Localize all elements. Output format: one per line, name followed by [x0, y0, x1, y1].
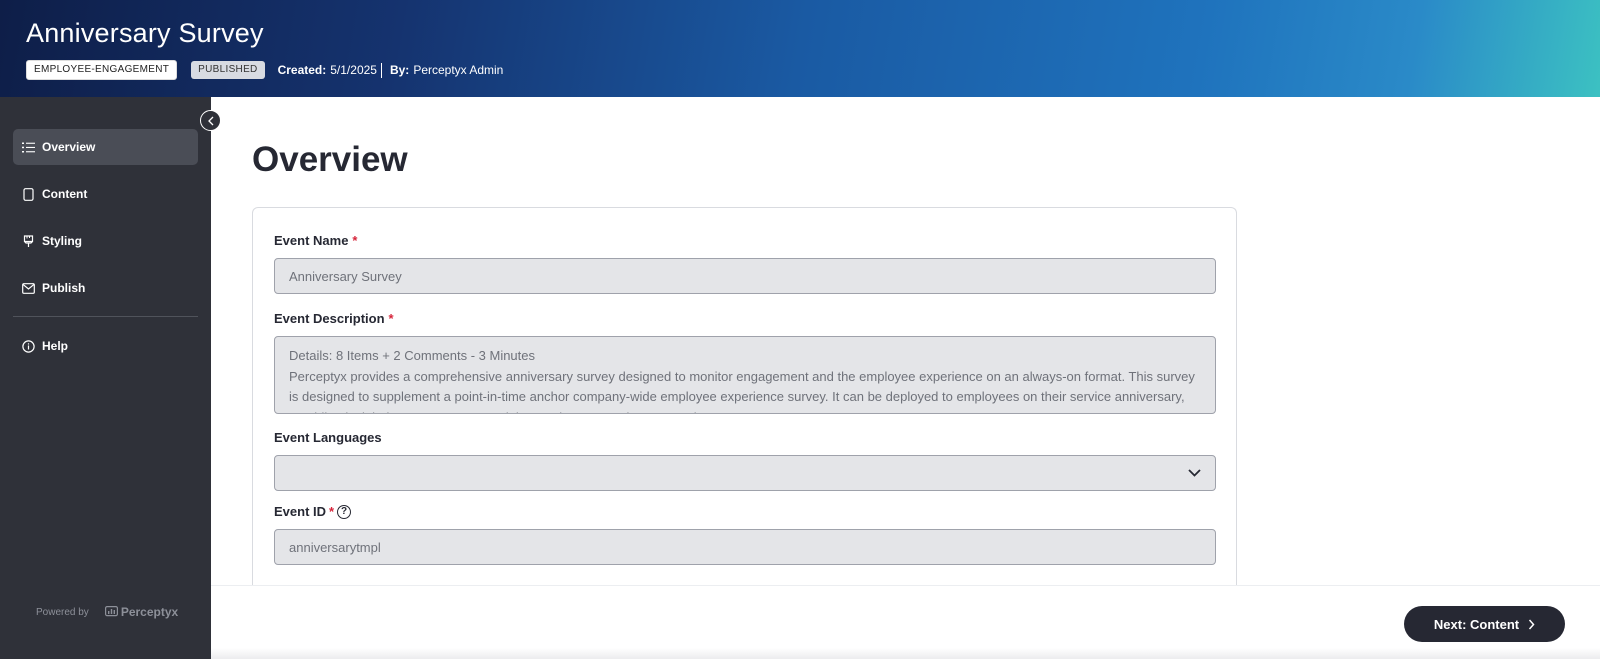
overview-form-card: Event Name * Anniversary Survey Event De…	[252, 207, 1237, 587]
event-languages-label: Event Languages	[274, 430, 382, 445]
info-icon	[21, 339, 35, 353]
author-value: Perceptyx Admin	[413, 63, 504, 77]
sidebar: Overview Content Styling Publish Help Po…	[0, 97, 211, 659]
header-meta: EMPLOYEE-ENGAGEMENT PUBLISHED Created: 5…	[26, 60, 503, 80]
event-id-label-text: Event ID	[274, 504, 327, 519]
next-button-label: Next: Content	[1433, 616, 1520, 632]
sidebar-item-content[interactable]: Content	[13, 176, 198, 212]
chevron-down-icon	[1188, 469, 1201, 477]
status-badge: PUBLISHED	[191, 61, 265, 79]
powered-by: Powered by Perceptyx	[36, 605, 178, 619]
sidebar-divider	[13, 316, 198, 317]
envelope-icon	[21, 281, 35, 295]
event-description-label: Event Description *	[274, 311, 394, 326]
section-title: Overview	[252, 140, 408, 179]
sidebar-item-help[interactable]: Help	[13, 328, 198, 364]
created-value: 5/1/2025	[330, 63, 377, 77]
chevron-right-icon	[1529, 619, 1535, 629]
event-description-textarea[interactable]: Details: 8 Items + 2 Comments - 3 Minute…	[274, 336, 1216, 414]
event-description-label-text: Event Description	[274, 311, 385, 326]
brand-logo-icon	[104, 606, 118, 617]
sidebar-item-overview[interactable]: Overview	[13, 129, 198, 165]
page-title: Anniversary Survey	[26, 18, 264, 48]
sidebar-item-label: Help	[42, 339, 69, 353]
question-mark-icon[interactable]: ?	[337, 504, 352, 519]
required-marker: *	[388, 311, 394, 326]
category-badge: EMPLOYEE-ENGAGEMENT	[26, 60, 178, 80]
event-id-label: Event ID * ?	[274, 504, 352, 519]
author-label: By:	[389, 63, 410, 77]
created-label: Created:	[277, 63, 327, 77]
required-marker: *	[352, 233, 358, 248]
brand-name: Perceptyx	[120, 605, 179, 619]
next-content-button[interactable]: Next: Content	[1404, 606, 1565, 642]
sidebar-item-label: Overview	[42, 140, 96, 154]
sidebar-item-label: Content	[42, 187, 88, 201]
paint-brush-icon	[21, 234, 35, 248]
event-id-input[interactable]: anniversarytmpl	[274, 529, 1216, 565]
meta-separator	[380, 62, 382, 78]
event-languages-select[interactable]	[274, 455, 1216, 491]
event-languages-label-text: Event Languages	[274, 430, 382, 445]
document-icon	[21, 187, 35, 201]
list-icon	[21, 140, 35, 154]
footer-shadow	[211, 648, 1600, 659]
sidebar-item-label: Publish	[42, 281, 86, 295]
sidebar-item-publish[interactable]: Publish	[13, 270, 198, 306]
required-marker: *	[329, 504, 335, 519]
event-name-label: Event Name *	[274, 233, 357, 248]
powered-by-label: Powered by	[36, 606, 89, 618]
brand-logo: Perceptyx	[104, 605, 179, 619]
collapse-sidebar-button[interactable]	[200, 110, 221, 131]
page-header: Anniversary Survey EMPLOYEE-ENGAGEMENT P…	[0, 0, 1600, 97]
chevron-left-icon	[207, 116, 213, 125]
event-name-label-text: Event Name	[274, 233, 349, 248]
sidebar-item-styling[interactable]: Styling	[13, 223, 198, 259]
event-name-input[interactable]: Anniversary Survey	[274, 258, 1216, 294]
sidebar-item-label: Styling	[42, 234, 83, 248]
